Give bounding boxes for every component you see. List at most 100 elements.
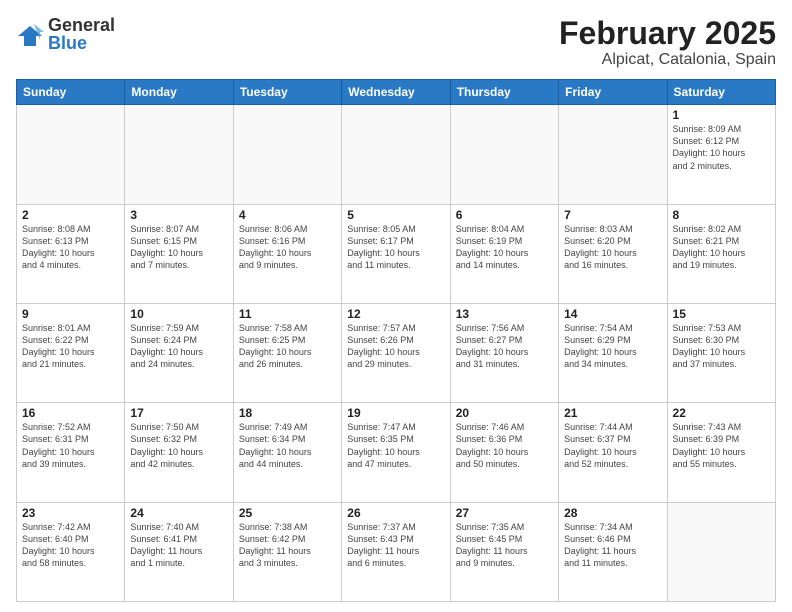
title-block: February 2025 Alpicat, Catalonia, Spain bbox=[559, 16, 776, 69]
header-thursday: Thursday bbox=[450, 80, 558, 105]
logo-icon bbox=[16, 22, 44, 50]
calendar-table: Sunday Monday Tuesday Wednesday Thursday… bbox=[16, 79, 776, 602]
day-number: 24 bbox=[130, 506, 227, 520]
day-info: Sunrise: 7:47 AM Sunset: 6:35 PM Dayligh… bbox=[347, 421, 444, 470]
day-info: Sunrise: 8:03 AM Sunset: 6:20 PM Dayligh… bbox=[564, 223, 661, 272]
calendar-week-0: 1Sunrise: 8:09 AM Sunset: 6:12 PM Daylig… bbox=[17, 105, 776, 204]
header-tuesday: Tuesday bbox=[233, 80, 341, 105]
calendar-cell: 16Sunrise: 7:52 AM Sunset: 6:31 PM Dayli… bbox=[17, 403, 125, 502]
day-info: Sunrise: 7:38 AM Sunset: 6:42 PM Dayligh… bbox=[239, 521, 336, 570]
calendar-cell: 4Sunrise: 8:06 AM Sunset: 6:16 PM Daylig… bbox=[233, 204, 341, 303]
day-info: Sunrise: 7:57 AM Sunset: 6:26 PM Dayligh… bbox=[347, 322, 444, 371]
header: General Blue February 2025 Alpicat, Cata… bbox=[16, 16, 776, 69]
day-info: Sunrise: 7:43 AM Sunset: 6:39 PM Dayligh… bbox=[673, 421, 770, 470]
calendar-week-3: 16Sunrise: 7:52 AM Sunset: 6:31 PM Dayli… bbox=[17, 403, 776, 502]
day-info: Sunrise: 8:05 AM Sunset: 6:17 PM Dayligh… bbox=[347, 223, 444, 272]
day-number: 10 bbox=[130, 307, 227, 321]
calendar-cell: 14Sunrise: 7:54 AM Sunset: 6:29 PM Dayli… bbox=[559, 303, 667, 402]
day-info: Sunrise: 7:35 AM Sunset: 6:45 PM Dayligh… bbox=[456, 521, 553, 570]
day-info: Sunrise: 7:59 AM Sunset: 6:24 PM Dayligh… bbox=[130, 322, 227, 371]
day-number: 12 bbox=[347, 307, 444, 321]
day-number: 4 bbox=[239, 208, 336, 222]
calendar-title: February 2025 bbox=[559, 16, 776, 51]
day-info: Sunrise: 7:46 AM Sunset: 6:36 PM Dayligh… bbox=[456, 421, 553, 470]
day-info: Sunrise: 7:34 AM Sunset: 6:46 PM Dayligh… bbox=[564, 521, 661, 570]
calendar-cell: 11Sunrise: 7:58 AM Sunset: 6:25 PM Dayli… bbox=[233, 303, 341, 402]
calendar-cell: 22Sunrise: 7:43 AM Sunset: 6:39 PM Dayli… bbox=[667, 403, 775, 502]
day-info: Sunrise: 8:02 AM Sunset: 6:21 PM Dayligh… bbox=[673, 223, 770, 272]
day-number: 16 bbox=[22, 406, 119, 420]
header-saturday: Saturday bbox=[667, 80, 775, 105]
calendar-cell: 7Sunrise: 8:03 AM Sunset: 6:20 PM Daylig… bbox=[559, 204, 667, 303]
day-number: 6 bbox=[456, 208, 553, 222]
day-info: Sunrise: 7:44 AM Sunset: 6:37 PM Dayligh… bbox=[564, 421, 661, 470]
day-number: 27 bbox=[456, 506, 553, 520]
day-number: 2 bbox=[22, 208, 119, 222]
calendar-cell: 5Sunrise: 8:05 AM Sunset: 6:17 PM Daylig… bbox=[342, 204, 450, 303]
calendar-cell bbox=[17, 105, 125, 204]
day-info: Sunrise: 8:06 AM Sunset: 6:16 PM Dayligh… bbox=[239, 223, 336, 272]
calendar-cell: 1Sunrise: 8:09 AM Sunset: 6:12 PM Daylig… bbox=[667, 105, 775, 204]
header-wednesday: Wednesday bbox=[342, 80, 450, 105]
calendar-week-2: 9Sunrise: 8:01 AM Sunset: 6:22 PM Daylig… bbox=[17, 303, 776, 402]
day-number: 5 bbox=[347, 208, 444, 222]
calendar-cell: 15Sunrise: 7:53 AM Sunset: 6:30 PM Dayli… bbox=[667, 303, 775, 402]
calendar-cell bbox=[667, 502, 775, 601]
day-number: 18 bbox=[239, 406, 336, 420]
calendar-cell: 19Sunrise: 7:47 AM Sunset: 6:35 PM Dayli… bbox=[342, 403, 450, 502]
calendar-cell: 12Sunrise: 7:57 AM Sunset: 6:26 PM Dayli… bbox=[342, 303, 450, 402]
day-number: 13 bbox=[456, 307, 553, 321]
calendar-cell bbox=[559, 105, 667, 204]
calendar-cell: 23Sunrise: 7:42 AM Sunset: 6:40 PM Dayli… bbox=[17, 502, 125, 601]
day-number: 26 bbox=[347, 506, 444, 520]
calendar-week-1: 2Sunrise: 8:08 AM Sunset: 6:13 PM Daylig… bbox=[17, 204, 776, 303]
day-info: Sunrise: 7:53 AM Sunset: 6:30 PM Dayligh… bbox=[673, 322, 770, 371]
calendar-header-row: Sunday Monday Tuesday Wednesday Thursday… bbox=[17, 80, 776, 105]
calendar-cell: 28Sunrise: 7:34 AM Sunset: 6:46 PM Dayli… bbox=[559, 502, 667, 601]
day-number: 7 bbox=[564, 208, 661, 222]
day-number: 22 bbox=[673, 406, 770, 420]
header-friday: Friday bbox=[559, 80, 667, 105]
calendar-cell: 6Sunrise: 8:04 AM Sunset: 6:19 PM Daylig… bbox=[450, 204, 558, 303]
calendar-cell: 25Sunrise: 7:38 AM Sunset: 6:42 PM Dayli… bbox=[233, 502, 341, 601]
calendar-cell: 26Sunrise: 7:37 AM Sunset: 6:43 PM Dayli… bbox=[342, 502, 450, 601]
day-info: Sunrise: 7:49 AM Sunset: 6:34 PM Dayligh… bbox=[239, 421, 336, 470]
day-info: Sunrise: 7:42 AM Sunset: 6:40 PM Dayligh… bbox=[22, 521, 119, 570]
page: General Blue February 2025 Alpicat, Cata… bbox=[0, 0, 792, 612]
day-info: Sunrise: 8:09 AM Sunset: 6:12 PM Dayligh… bbox=[673, 123, 770, 172]
calendar-cell: 8Sunrise: 8:02 AM Sunset: 6:21 PM Daylig… bbox=[667, 204, 775, 303]
calendar-cell: 21Sunrise: 7:44 AM Sunset: 6:37 PM Dayli… bbox=[559, 403, 667, 502]
day-info: Sunrise: 8:07 AM Sunset: 6:15 PM Dayligh… bbox=[130, 223, 227, 272]
header-monday: Monday bbox=[125, 80, 233, 105]
calendar-subtitle: Alpicat, Catalonia, Spain bbox=[559, 51, 776, 69]
calendar-cell: 20Sunrise: 7:46 AM Sunset: 6:36 PM Dayli… bbox=[450, 403, 558, 502]
day-number: 15 bbox=[673, 307, 770, 321]
calendar-cell: 2Sunrise: 8:08 AM Sunset: 6:13 PM Daylig… bbox=[17, 204, 125, 303]
day-info: Sunrise: 7:50 AM Sunset: 6:32 PM Dayligh… bbox=[130, 421, 227, 470]
calendar-cell bbox=[342, 105, 450, 204]
day-number: 19 bbox=[347, 406, 444, 420]
day-info: Sunrise: 8:04 AM Sunset: 6:19 PM Dayligh… bbox=[456, 223, 553, 272]
calendar-cell: 10Sunrise: 7:59 AM Sunset: 6:24 PM Dayli… bbox=[125, 303, 233, 402]
logo-blue-text: Blue bbox=[48, 34, 115, 52]
calendar-cell: 18Sunrise: 7:49 AM Sunset: 6:34 PM Dayli… bbox=[233, 403, 341, 502]
day-number: 23 bbox=[22, 506, 119, 520]
calendar-cell: 3Sunrise: 8:07 AM Sunset: 6:15 PM Daylig… bbox=[125, 204, 233, 303]
calendar-week-4: 23Sunrise: 7:42 AM Sunset: 6:40 PM Dayli… bbox=[17, 502, 776, 601]
calendar-cell bbox=[125, 105, 233, 204]
day-number: 11 bbox=[239, 307, 336, 321]
logo-text: General Blue bbox=[48, 16, 115, 52]
calendar-cell bbox=[233, 105, 341, 204]
day-info: Sunrise: 7:58 AM Sunset: 6:25 PM Dayligh… bbox=[239, 322, 336, 371]
day-info: Sunrise: 7:54 AM Sunset: 6:29 PM Dayligh… bbox=[564, 322, 661, 371]
day-number: 9 bbox=[22, 307, 119, 321]
day-number: 17 bbox=[130, 406, 227, 420]
calendar-cell: 27Sunrise: 7:35 AM Sunset: 6:45 PM Dayli… bbox=[450, 502, 558, 601]
day-info: Sunrise: 7:37 AM Sunset: 6:43 PM Dayligh… bbox=[347, 521, 444, 570]
day-number: 20 bbox=[456, 406, 553, 420]
calendar-cell: 9Sunrise: 8:01 AM Sunset: 6:22 PM Daylig… bbox=[17, 303, 125, 402]
logo: General Blue bbox=[16, 16, 115, 52]
header-sunday: Sunday bbox=[17, 80, 125, 105]
day-info: Sunrise: 7:56 AM Sunset: 6:27 PM Dayligh… bbox=[456, 322, 553, 371]
day-number: 14 bbox=[564, 307, 661, 321]
